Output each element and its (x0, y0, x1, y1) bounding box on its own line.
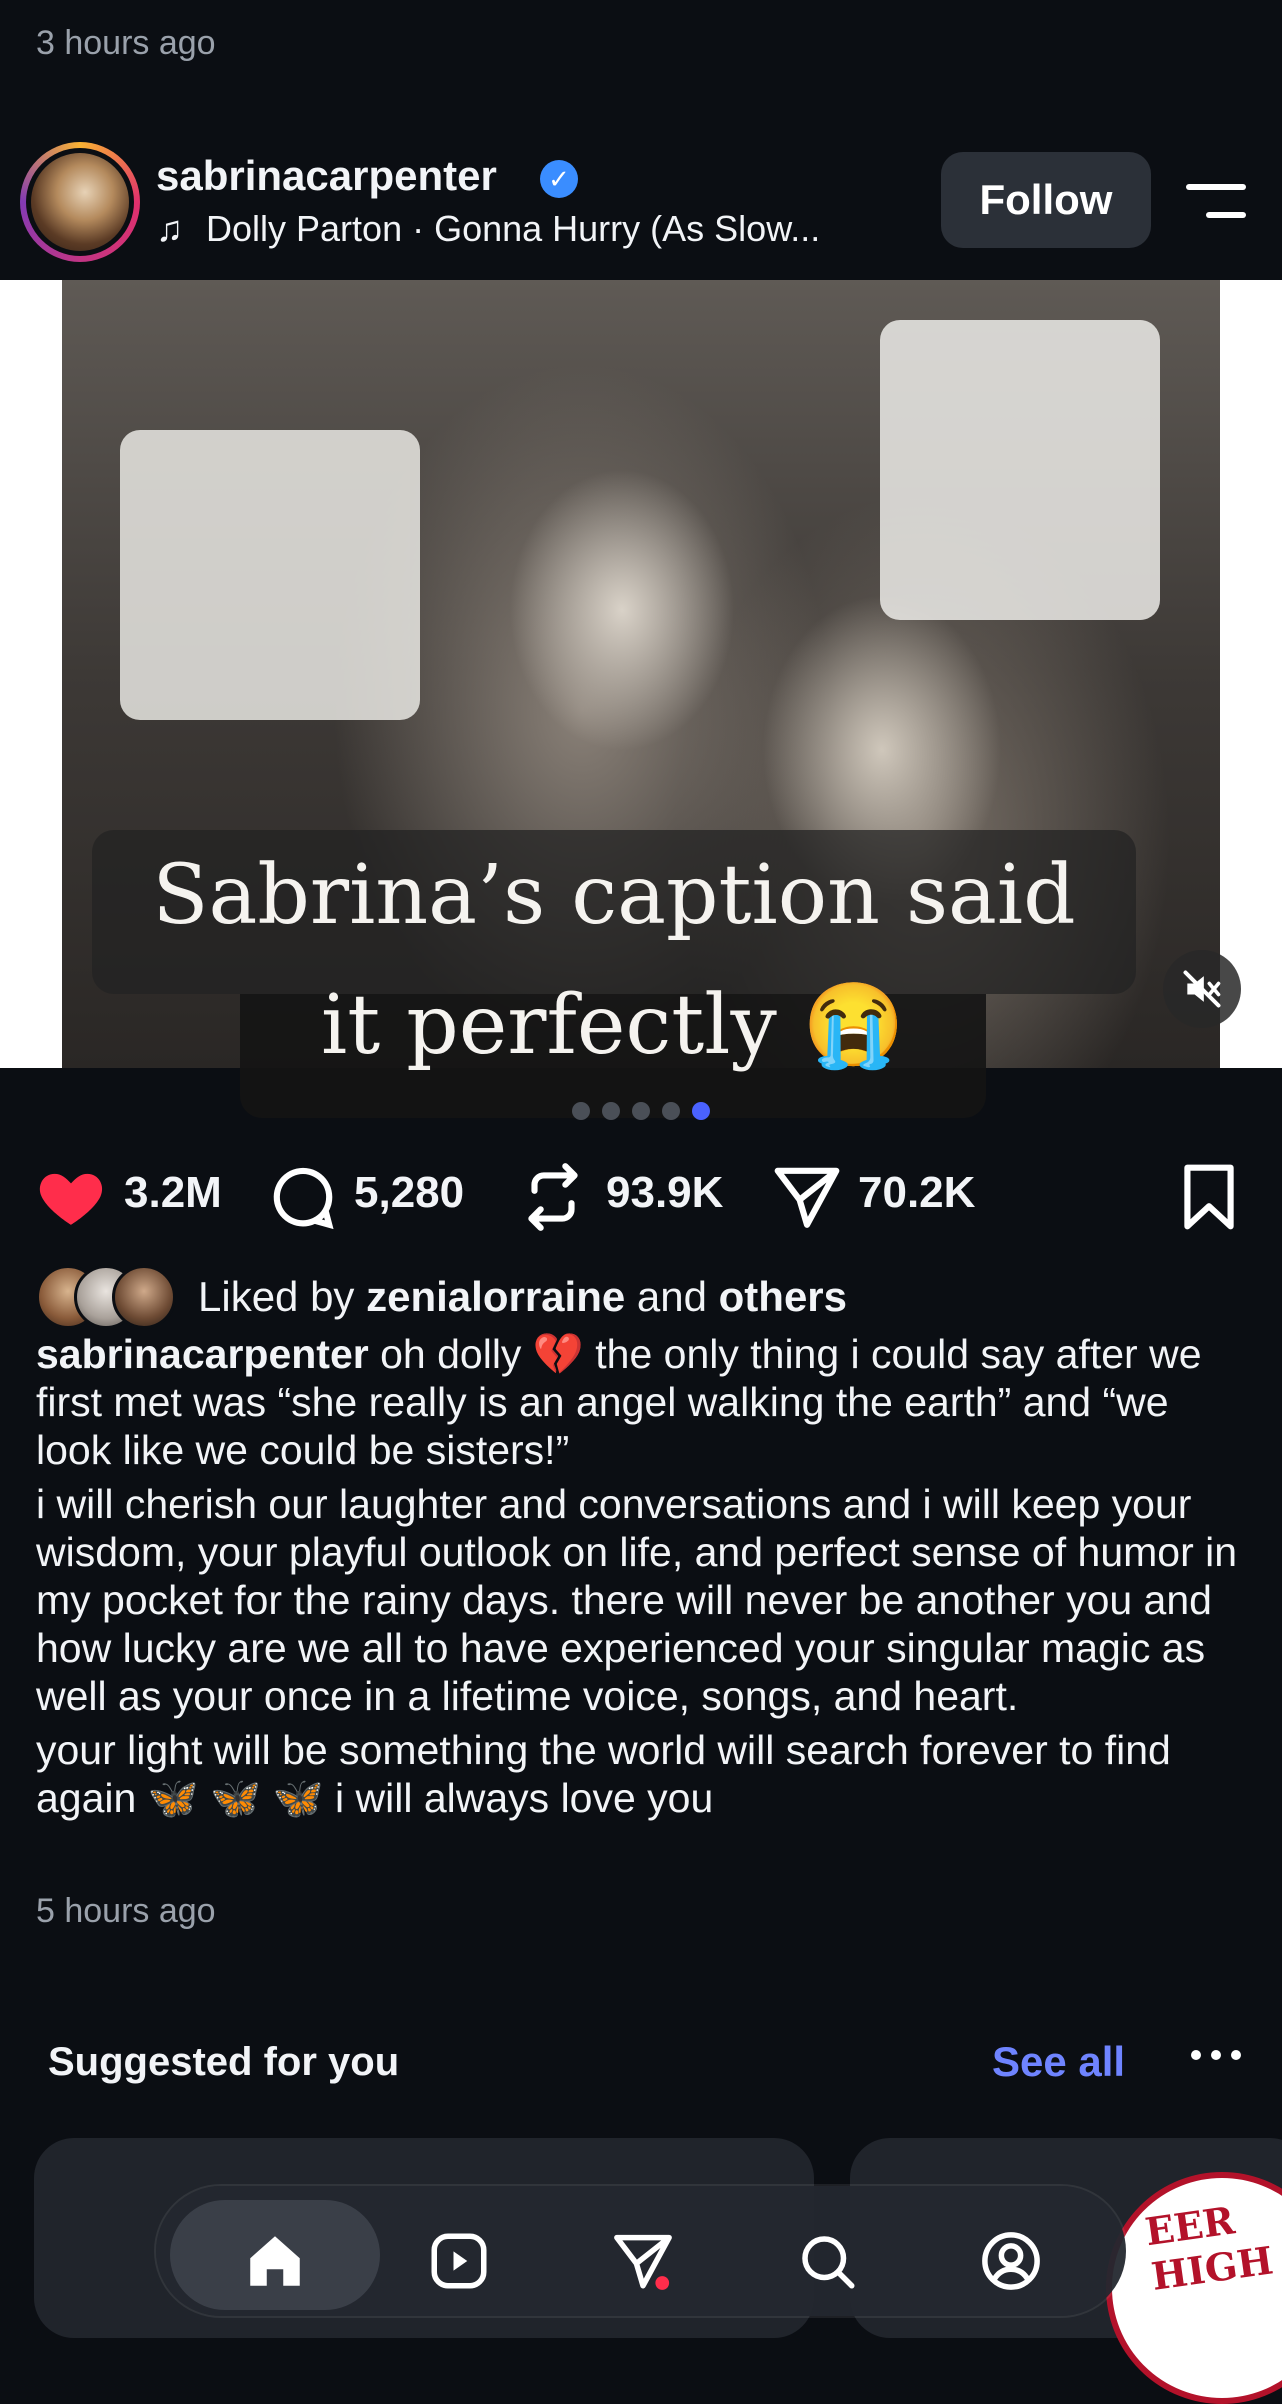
bottom-navigation (156, 2186, 1126, 2316)
share-send-icon[interactable] (770, 1160, 844, 1234)
share-count[interactable]: 70.2K (858, 1168, 975, 1218)
post-timestamp: 5 hours ago (36, 1892, 216, 1930)
previous-post-timestamp: 3 hours ago (36, 24, 216, 62)
post-username[interactable]: sabrinacarpenter (156, 152, 497, 200)
liked-by-text: Liked by zenialorraine and others (198, 1273, 847, 1321)
carousel-dot (572, 1102, 590, 1120)
music-track-label[interactable]: Dolly Parton · Gonna Hurry (As Slow... (206, 208, 820, 250)
music-note-icon: ♫ (156, 208, 183, 249)
like-count[interactable]: 3.2M (124, 1168, 222, 1218)
repost-icon[interactable] (516, 1160, 590, 1234)
carousel-dot (662, 1102, 680, 1120)
suggested-title: Suggested for you (48, 2040, 400, 2084)
post-caption: sabrinacarpenter oh dolly 💔 the only thi… (36, 1330, 1252, 1828)
profile-icon[interactable] (978, 2228, 1044, 2294)
liker-avatar (112, 1265, 176, 1329)
carousel-dot (602, 1102, 620, 1120)
media-overlay-text-line2: it perfectly 😭 (321, 978, 905, 1073)
carousel-indicator (572, 1102, 722, 1126)
heart-icon[interactable] (34, 1160, 108, 1234)
caption-author[interactable]: sabrinacarpenter (36, 1331, 369, 1377)
verified-badge-icon: ✓ (540, 160, 578, 198)
media-overlay-text-line1: Sabrina’s caption said (152, 848, 1076, 943)
photo-car-window (880, 320, 1160, 620)
liked-by-others[interactable]: others (719, 1273, 847, 1320)
liked-by-and: and (625, 1273, 719, 1320)
follow-button[interactable]: Follow (941, 152, 1151, 248)
reels-icon[interactable] (426, 2228, 492, 2294)
avatar[interactable] (31, 153, 129, 251)
post-action-bar: 3.2M 5,280 93.9K 70.2K (0, 1150, 1282, 1240)
caption-paragraph-2: i will cherish our laughter and conversa… (36, 1481, 1238, 1719)
suggested-card-logo-text: EER HIGH (1142, 2197, 1276, 2299)
see-all-link[interactable]: See all (992, 2038, 1125, 2086)
carousel-dot-active (692, 1102, 710, 1120)
caption-paragraph-3: your light will be something the world w… (36, 1727, 1171, 1821)
post-header: sabrinacarpenter ✓ ♫ Dolly Parton · Gonn… (0, 130, 1282, 280)
search-icon[interactable] (794, 2228, 860, 2294)
comment-icon[interactable] (266, 1160, 340, 1234)
carousel-dot (632, 1102, 650, 1120)
more-menu-icon[interactable] (1186, 182, 1250, 222)
more-options-icon[interactable] (1190, 2045, 1242, 2065)
comment-count[interactable]: 5,280 (354, 1168, 464, 1218)
liked-by-prefix: Liked by (198, 1273, 367, 1320)
liked-by-name[interactable]: zenialorraine (366, 1273, 625, 1320)
speaker-muted-icon (1183, 970, 1221, 1008)
photo-car-window (120, 430, 420, 720)
repost-count[interactable]: 93.9K (606, 1168, 723, 1218)
mute-toggle-button[interactable] (1163, 950, 1241, 1028)
bookmark-icon[interactable] (1172, 1160, 1246, 1234)
direct-message-icon[interactable] (610, 2228, 676, 2294)
home-icon[interactable] (242, 2228, 308, 2294)
